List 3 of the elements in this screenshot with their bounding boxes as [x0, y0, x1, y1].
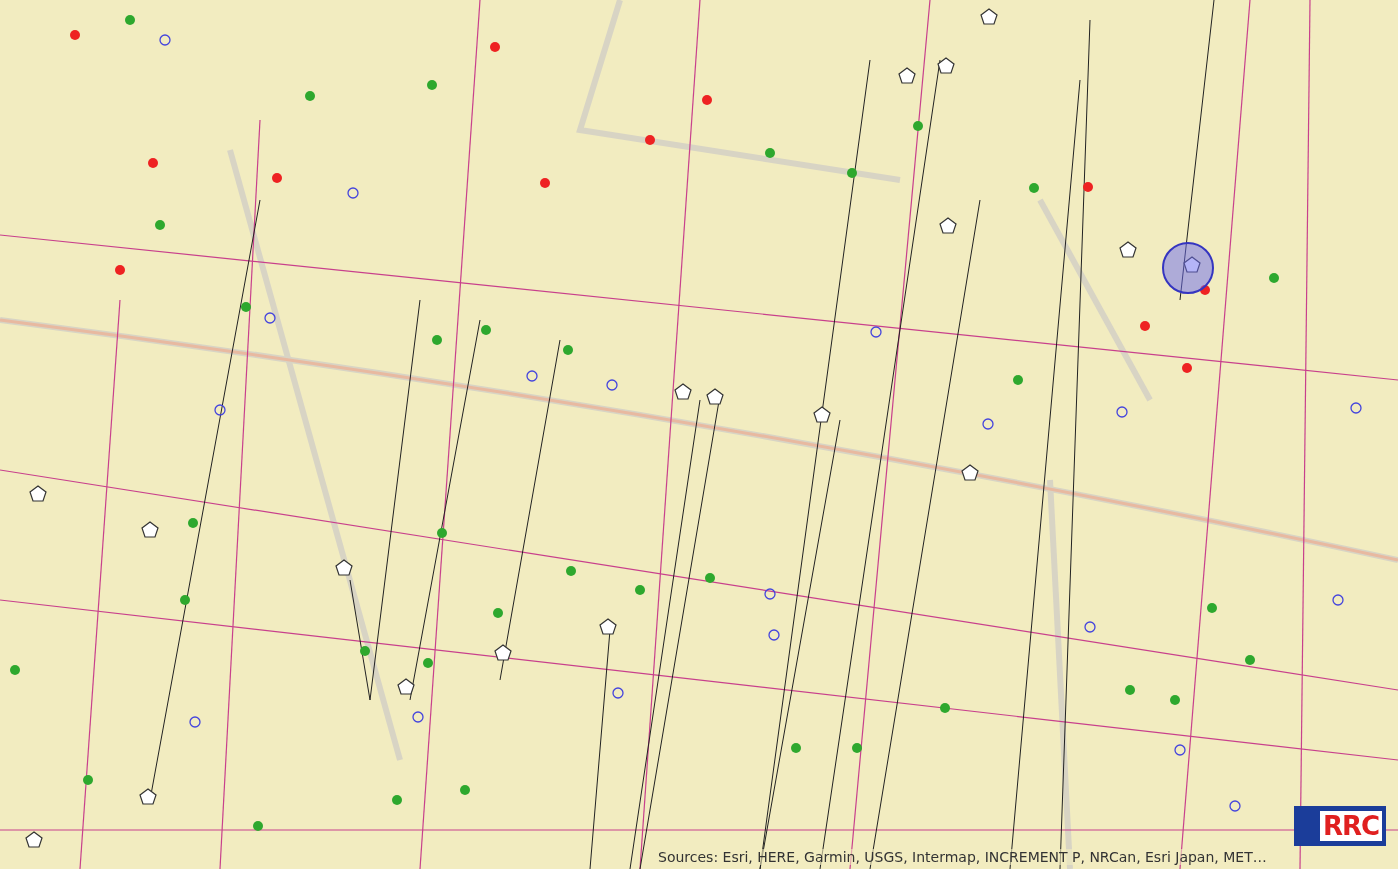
map-attribution: Sources: Esri, HERE, Garmin, USGS, Intermap, INCREMENT P, NRCan, Esri Japan, MET… — [658, 849, 1267, 865]
map-view[interactable]: Sources: Esri, HERE, Garmin, USGS, Intermap, INCREMENT P, NRCan, Esri Japan, MET… RRC — [0, 0, 1398, 869]
logo-text: RRC — [1319, 811, 1382, 841]
